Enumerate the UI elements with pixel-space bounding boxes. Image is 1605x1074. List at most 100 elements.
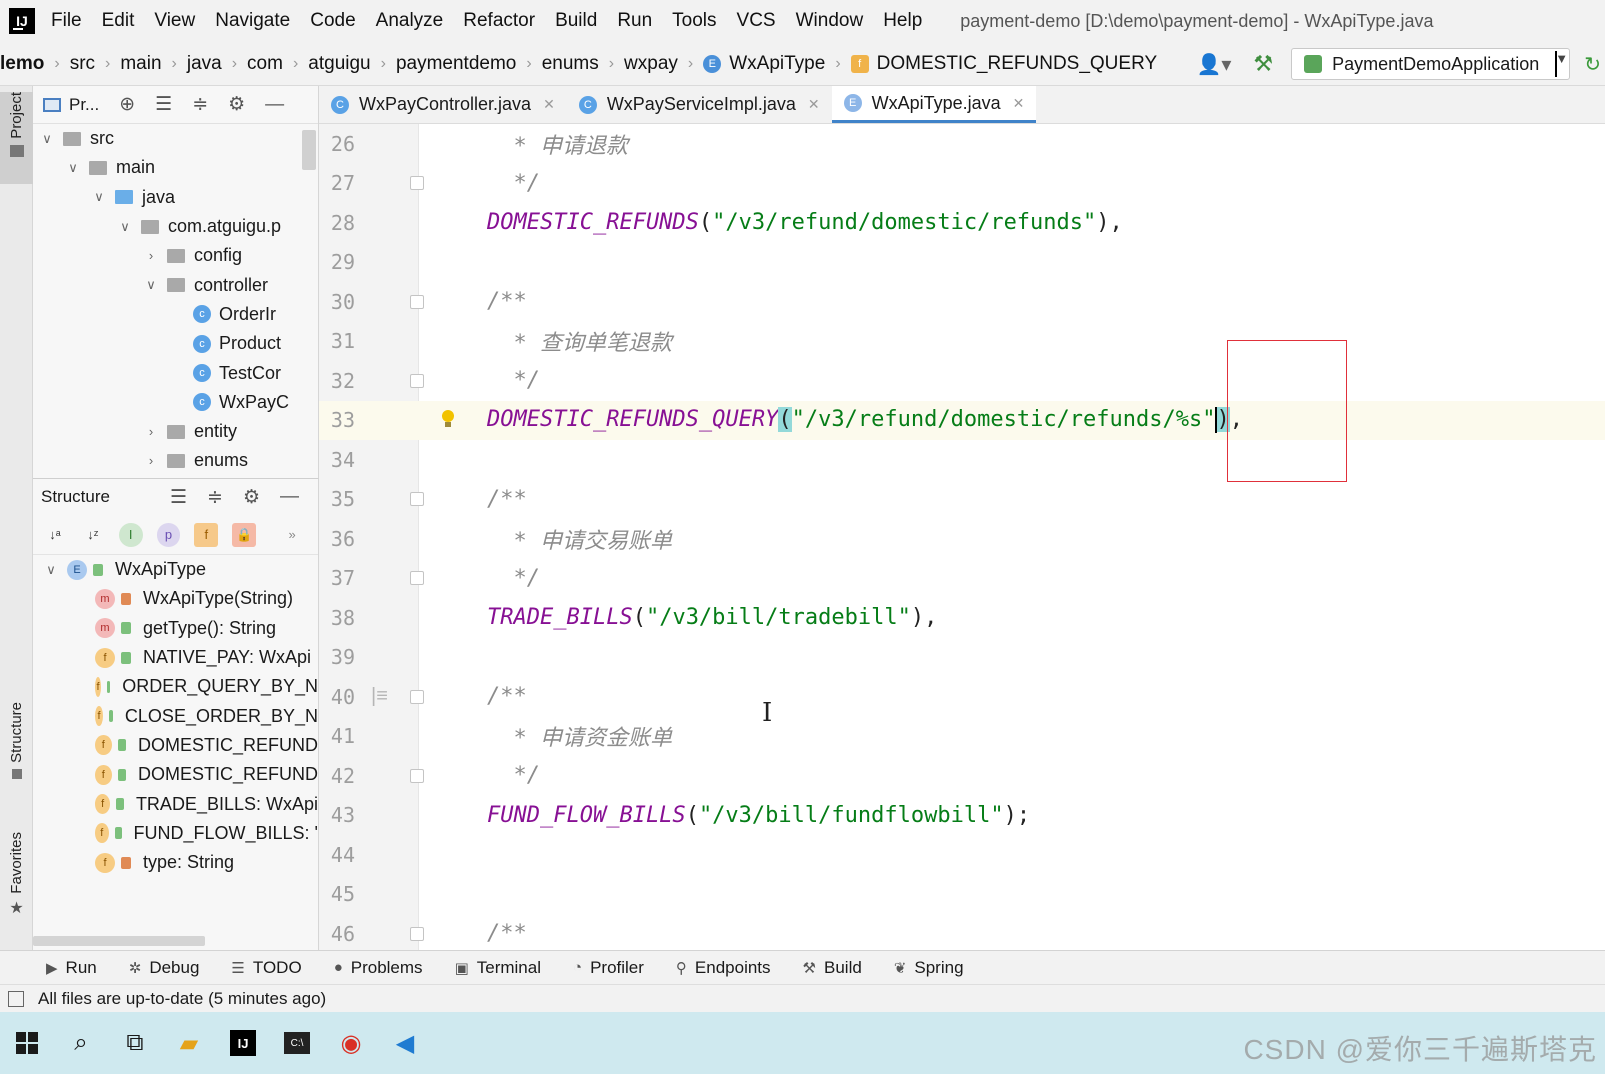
lightbulb-icon[interactable]	[440, 410, 456, 430]
expand-all-icon[interactable]: ☰	[170, 486, 187, 509]
menu-run[interactable]: Run	[617, 10, 652, 32]
tree-item[interactable]: ∨ src	[33, 124, 318, 153]
sort-by-type-icon[interactable]: ↓ᵃ	[43, 523, 67, 547]
editor-tab[interactable]: E WxApiType.java ✕	[831, 86, 1037, 123]
code-line[interactable]: 30 /**	[319, 282, 1605, 322]
close-icon[interactable]: ✕	[543, 96, 555, 113]
chevron-down-icon[interactable]: ∨	[39, 131, 55, 147]
menu-vcs[interactable]: VCS	[737, 10, 776, 32]
tool-window-terminal[interactable]: ▣ Terminal	[455, 958, 541, 978]
structure-member[interactable]: f DOMESTIC_REFUND	[33, 731, 318, 760]
code-line[interactable]: 40 |≡ /**	[319, 677, 1605, 717]
code-line[interactable]: 26 * 申请退款	[319, 124, 1605, 164]
structure-tool-tab[interactable]: Structure	[0, 702, 33, 814]
windows-start-icon[interactable]	[0, 1018, 54, 1068]
tool-window-run[interactable]: ▶ Run	[46, 958, 97, 978]
show-inherited-icon[interactable]: I	[118, 522, 143, 547]
tree-item[interactable]: ∨ java	[33, 183, 318, 212]
menu-view[interactable]: View	[154, 10, 195, 32]
tree-item[interactable]: › config	[33, 241, 318, 270]
sort-alphabetically-icon[interactable]: ↓ᶻ	[81, 523, 105, 547]
tool-window-build[interactable]: ⚒ Build	[803, 958, 862, 978]
menu-tools[interactable]: Tools	[672, 10, 716, 32]
code-line[interactable]: 46 /**	[319, 914, 1605, 950]
minimize-icon[interactable]: —	[280, 486, 299, 508]
menu-build[interactable]: Build	[555, 10, 597, 32]
code-line[interactable]: 39	[319, 638, 1605, 678]
tree-item[interactable]: c TestCor	[33, 358, 318, 387]
code-line[interactable]: 28 DOMESTIC_REFUNDS("/v3/refund/domestic/…	[319, 203, 1605, 243]
breadcrumb-item[interactable]: wxpay	[624, 53, 678, 75]
breadcrumb-item[interactable]: atguigu	[308, 53, 370, 75]
fold-marker-icon[interactable]	[410, 571, 424, 586]
chevron-right-icon[interactable]: ›	[143, 453, 159, 468]
structure-member[interactable]: f TRADE_BILLS: WxApi	[33, 789, 318, 818]
fold-marker-icon[interactable]	[410, 492, 424, 507]
code-line[interactable]: 36 * 申请交易账单	[319, 519, 1605, 559]
close-icon[interactable]: ✕	[1013, 95, 1025, 112]
collapse-all-icon[interactable]: ≑	[192, 93, 208, 116]
breadcrumb-item[interactable]: src	[70, 53, 95, 75]
fold-marker-icon[interactable]	[410, 689, 424, 704]
chevron-down-icon[interactable]: ∨	[143, 277, 159, 293]
task-view-icon[interactable]: ⧉	[108, 1018, 162, 1068]
menu-refactor[interactable]: Refactor	[463, 10, 535, 32]
breadcrumb-item[interactable]: f DOMESTIC_REFUNDS_QUERY	[850, 53, 1157, 75]
user-account-icon[interactable]: 👤▾	[1196, 52, 1231, 77]
structure-member[interactable]: f CLOSE_ORDER_BY_N	[33, 701, 318, 730]
chevron-down-icon[interactable]: ∨	[65, 160, 81, 176]
minimize-icon[interactable]: —	[265, 94, 284, 116]
project-scrollbar[interactable]	[302, 130, 316, 170]
editor-tab[interactable]: C WxPayServiceImpl.java ✕	[567, 86, 832, 123]
code-line[interactable]: 34	[319, 440, 1605, 480]
tree-item[interactable]: ∨ main	[33, 153, 318, 182]
status-window-icon[interactable]	[8, 990, 24, 1007]
tree-item[interactable]: › enums	[33, 446, 318, 475]
collapse-all-icon[interactable]: ≑	[207, 486, 223, 509]
menu-analyze[interactable]: Analyze	[376, 10, 444, 32]
breadcrumb-item[interactable]: E WxApiType	[703, 53, 825, 75]
code-line[interactable]: 35 /**	[319, 480, 1605, 520]
structure-member[interactable]: f ORDER_QUERY_BY_N	[33, 672, 318, 701]
code-editor[interactable]: 26 * 申请退款 27 */28 DOMESTIC_REFUNDS("/v3/re…	[319, 124, 1605, 950]
code-line[interactable]: 41 * 申请资金账单	[319, 717, 1605, 757]
tree-item[interactable]: › entity	[33, 417, 318, 446]
vscode-icon[interactable]: ◀	[378, 1018, 432, 1068]
structure-member[interactable]: f NATIVE_PAY: WxApi	[33, 643, 318, 672]
code-line[interactable]: 32 */	[319, 361, 1605, 401]
code-line[interactable]: 42 */	[319, 756, 1605, 796]
favorites-tool-tab[interactable]: Favorites ★	[0, 832, 33, 936]
more-icon[interactable]: »	[280, 523, 304, 547]
menu-window[interactable]: Window	[796, 10, 864, 32]
tool-window-problems[interactable]: ● Problems	[334, 958, 423, 978]
structure-member[interactable]: f FUND_FLOW_BILLS: '	[33, 819, 318, 848]
breadcrumb-item[interactable]: lemo	[0, 53, 44, 75]
chrome-icon[interactable]: ◉	[324, 1018, 378, 1068]
chevron-down-icon[interactable]: ∨	[117, 219, 133, 235]
tool-window-todo[interactable]: ☰ TODO	[231, 958, 301, 978]
terminal-taskbar-icon[interactable]: C:\	[270, 1018, 324, 1068]
fold-marker-icon[interactable]	[410, 176, 424, 191]
tool-window-spring[interactable]: ❦ Spring	[894, 958, 964, 978]
breadcrumb-item[interactable]: main	[120, 53, 161, 75]
menu-edit[interactable]: Edit	[102, 10, 135, 32]
structure-member[interactable]: m WxApiType(String)	[33, 584, 318, 613]
chevron-down-icon[interactable]: ∨	[91, 189, 107, 205]
fold-marker-icon[interactable]	[410, 768, 424, 783]
structure-member[interactable]: f type: String	[33, 848, 318, 877]
gear-icon[interactable]: ⚙	[243, 486, 260, 509]
tool-window-endpoints[interactable]: ⚲ Endpoints	[676, 958, 771, 978]
breadcrumb-item[interactable]: paymentdemo	[396, 53, 516, 75]
intellij-taskbar-icon[interactable]: IJ	[216, 1018, 270, 1068]
structure-root-row[interactable]: ∨ E WxApiType	[33, 555, 318, 584]
code-line[interactable]: 43 FUND_FLOW_BILLS("/v3/bill/fundflowbill…	[319, 796, 1605, 836]
search-icon[interactable]: ⌕	[54, 1018, 108, 1068]
project-tool-tab[interactable]: Project	[0, 92, 33, 184]
fold-marker-icon[interactable]	[410, 294, 424, 309]
menu-help[interactable]: Help	[883, 10, 922, 32]
locate-icon[interactable]: ⊕	[119, 93, 135, 116]
chevron-right-icon[interactable]: ›	[143, 248, 159, 263]
breadcrumb-item[interactable]: enums	[542, 53, 599, 75]
structure-member[interactable]: m getType(): String	[33, 614, 318, 643]
intellij-logo-icon[interactable]: IJ	[9, 8, 35, 34]
